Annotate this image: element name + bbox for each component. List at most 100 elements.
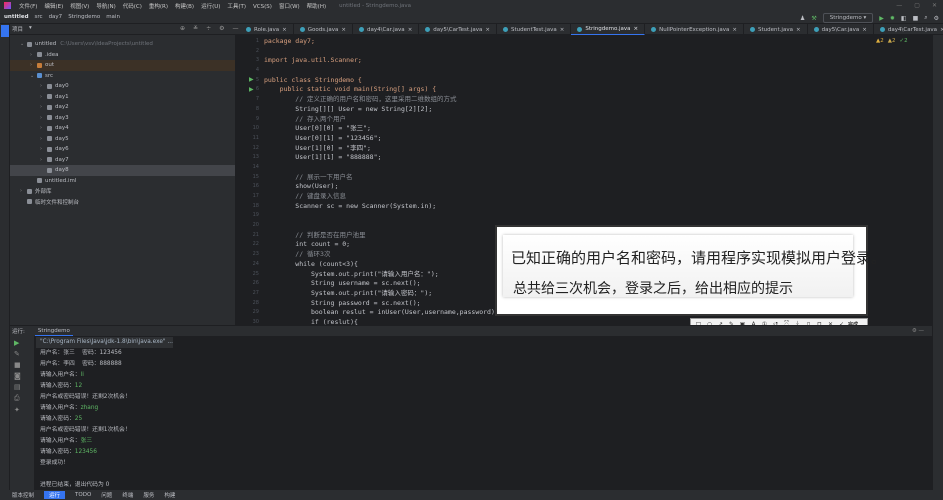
tab-goods-java[interactable]: Goods.java ×	[294, 24, 353, 35]
tree-item[interactable]: day8	[10, 165, 235, 176]
user-icon[interactable]: ♟	[800, 15, 805, 22]
tab-day4-cartest-java[interactable]: day4\CarTest.java ×	[874, 24, 943, 35]
camera-icon[interactable]: ◙	[14, 372, 30, 380]
status-item-5[interactable]: 服务	[143, 491, 154, 499]
tree-item[interactable]: untitled.iml	[10, 176, 235, 187]
minimize-icon[interactable]: —	[896, 2, 902, 9]
tree-item[interactable]: › day3	[10, 113, 235, 124]
tab-role-java[interactable]: Role.java ×	[240, 24, 294, 35]
close-tab-icon[interactable]: ×	[560, 27, 565, 33]
status-item-3[interactable]: 问题	[101, 491, 112, 499]
menu-item[interactable]: VCS(S)	[253, 4, 272, 10]
menu-item[interactable]: 代码(C)	[123, 4, 142, 10]
gear-icon[interactable]: ⚙ —	[912, 328, 924, 334]
tree-item[interactable]: › out	[10, 60, 235, 71]
close-tab-icon[interactable]: ×	[282, 27, 287, 33]
tab-day5-cartest-java[interactable]: day5\CarTest.java ×	[419, 24, 497, 35]
chevron-down-icon[interactable]: ▾	[29, 25, 32, 33]
console-output[interactable]: "C:\Program Files\Java\jdk-1.8\bin\java.…	[36, 337, 932, 490]
chevron-down-icon[interactable]: ⌄	[30, 73, 37, 79]
chevron-right-icon[interactable]: ›	[40, 125, 47, 131]
tree-item[interactable]: 临时文件和控制台	[10, 197, 235, 208]
tree-item[interactable]: › day2	[10, 102, 235, 113]
chevron-right-icon[interactable]: ›	[40, 83, 47, 89]
run-tab-stringdemo[interactable]: Stringdemo	[34, 327, 73, 336]
chevron-right-icon[interactable]: ›	[40, 136, 47, 142]
close-tab-icon[interactable]: ×	[485, 27, 490, 33]
close-tab-icon[interactable]: ×	[408, 27, 413, 33]
rerun-icon[interactable]: ▶	[14, 339, 30, 347]
tree-item[interactable]: › day0	[10, 81, 235, 92]
close-icon[interactable]: ✕	[932, 2, 937, 9]
tab-studenttest-java[interactable]: StudentTest.java ×	[497, 24, 572, 35]
layout-icon[interactable]: ▤	[14, 383, 30, 391]
status-item-6[interactable]: 构建	[164, 491, 175, 499]
locate-icon[interactable]: ⊕	[180, 25, 185, 32]
tab-day5-car-java[interactable]: day5\Car.java ×	[808, 24, 874, 35]
hide-icon[interactable]: —	[232, 25, 238, 32]
menu-item[interactable]: 帮助(H)	[307, 4, 326, 10]
tree-item[interactable]: › 外部库	[10, 186, 235, 197]
chevron-right-icon[interactable]: ›	[40, 115, 47, 121]
project-panel-title[interactable]: 项目	[12, 25, 23, 33]
run-config-select[interactable]: Stringdemo ▾	[822, 13, 874, 23]
build-icon[interactable]: ⚒	[811, 15, 816, 22]
coverage-icon[interactable]: ◧	[901, 15, 907, 22]
maximize-icon[interactable]: ▢	[914, 2, 920, 9]
chevron-right-icon[interactable]: ›	[40, 157, 47, 163]
breadcrumb-item[interactable]: Stringdemo	[68, 14, 100, 20]
menu-item[interactable]: 编辑(E)	[44, 4, 63, 10]
print-icon[interactable]: ⎙	[14, 394, 30, 403]
menu-item[interactable]: 重构(R)	[149, 4, 168, 10]
tab-stringdemo-java[interactable]: Stringdemo.java ×	[571, 24, 646, 35]
tree-item[interactable]: › .idea	[10, 50, 235, 61]
chevron-right-icon[interactable]: ›	[20, 188, 27, 194]
wrench-icon[interactable]: ✎	[14, 350, 30, 358]
breadcrumb-item[interactable]: day7	[49, 14, 63, 20]
menu-item[interactable]: 视图(V)	[70, 4, 89, 10]
tab-nullpointerexception-java[interactable]: NullPointerException.java ×	[645, 24, 745, 35]
tree-item[interactable]: › day6	[10, 144, 235, 155]
run-main-icon[interactable]: ▶	[249, 86, 254, 93]
menu-item[interactable]: 导航(N)	[96, 4, 115, 10]
gear-icon[interactable]: ⚙	[934, 15, 939, 22]
tab-day4-car-java[interactable]: day4\Car.java ×	[353, 24, 420, 35]
menu-item[interactable]: 窗口(W)	[279, 4, 300, 10]
menu-item[interactable]: 文件(F)	[19, 4, 37, 10]
chevron-down-icon[interactable]: ⌄	[20, 41, 27, 47]
close-tab-icon[interactable]: ×	[796, 27, 801, 33]
status-item-4[interactable]: 终端	[122, 491, 133, 499]
status-item-1[interactable]: 运行	[44, 491, 66, 499]
tab-student-java[interactable]: Student.java ×	[744, 24, 808, 35]
chevron-right-icon[interactable]: ›	[30, 52, 37, 58]
tree-item[interactable]: › day1	[10, 92, 235, 103]
run-icon[interactable]: ▶	[879, 15, 884, 22]
inspection-widget[interactable]: ▲2 ▲2 ✓2	[876, 38, 908, 44]
close-tab-icon[interactable]: ×	[634, 26, 639, 32]
run-class-icon[interactable]: ▶	[249, 76, 254, 83]
expand-icon[interactable]: ÷	[206, 25, 211, 32]
gear-icon[interactable]: ⚙	[219, 25, 224, 32]
collapse-icon[interactable]: ≚	[193, 25, 198, 32]
tree-item[interactable]: ⌄ untitled C:\Users\vsv\IdeaProjects\untit…	[10, 39, 235, 50]
stop-icon[interactable]: ■	[913, 15, 919, 22]
menu-item[interactable]: 运行(U)	[201, 4, 220, 10]
search-icon[interactable]: ⌕	[924, 14, 927, 22]
breadcrumb-item[interactable]: main	[106, 14, 120, 20]
tree-item[interactable]: ⌄ src	[10, 71, 235, 82]
pin-icon[interactable]: ✦	[14, 406, 30, 414]
chevron-right-icon[interactable]: ›	[30, 62, 37, 68]
project-tool-button[interactable]	[1, 25, 9, 37]
close-tab-icon[interactable]: ×	[862, 27, 867, 33]
tree-item[interactable]: › day5	[10, 134, 235, 145]
tree-item[interactable]: › day4	[10, 123, 235, 134]
stop-icon[interactable]: ■	[14, 361, 30, 369]
chevron-right-icon[interactable]: ›	[40, 94, 47, 100]
close-tab-icon[interactable]: ×	[732, 27, 737, 33]
breadcrumb-item[interactable]: src	[35, 14, 43, 20]
status-item-0[interactable]: 版本控制	[12, 491, 34, 499]
menu-item[interactable]: 工具(T)	[227, 4, 246, 10]
close-tab-icon[interactable]: ×	[341, 27, 346, 33]
breadcrumb-item[interactable]: untitled	[4, 14, 29, 20]
debug-icon[interactable]: ✹	[890, 15, 895, 22]
